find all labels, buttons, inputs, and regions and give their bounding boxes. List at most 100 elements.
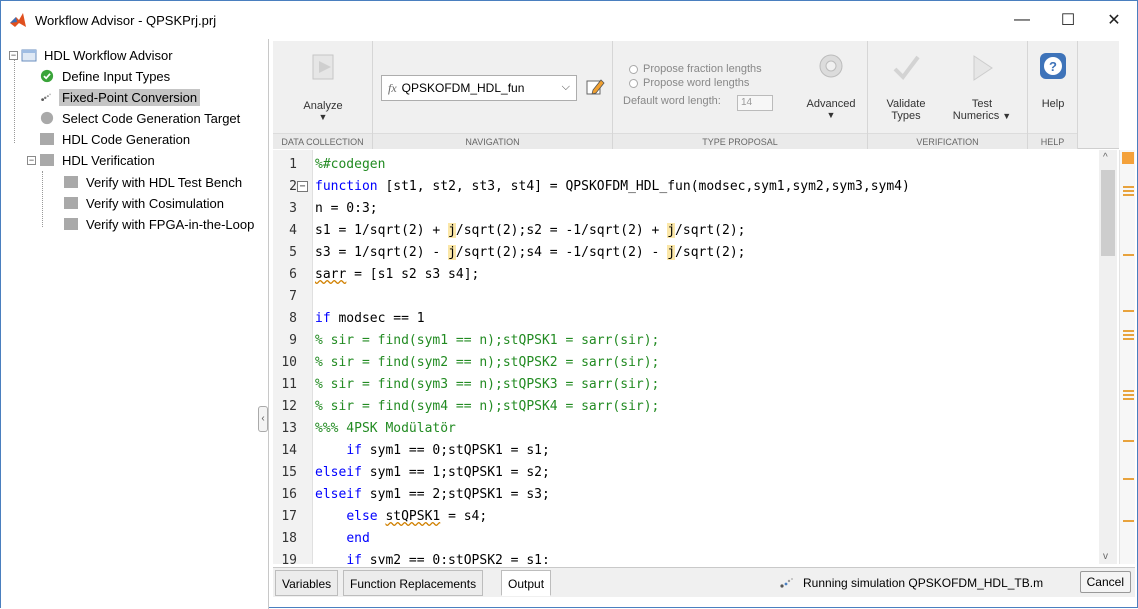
tree-item-label: Verify with HDL Test Bench <box>86 174 243 190</box>
code-line[interactable]: 2− function [st1, st2, st3, st4] = QPSKOF… <box>273 176 1099 198</box>
warning-marker[interactable] <box>1123 398 1134 400</box>
minimize-button[interactable]: — <box>999 1 1045 39</box>
warning-marker[interactable] <box>1123 440 1134 442</box>
section-navigation: fx QPSKOFDM_HDL_fun ⌵ NAVIGATION <box>373 41 613 149</box>
tree-item-hdl-verification[interactable]: − HDL Verification <box>27 150 158 170</box>
radio-icon <box>629 78 638 88</box>
code-line[interactable]: 6 sarr = [s1 s2 s3 s4]; <box>273 264 1099 286</box>
warning-marker[interactable] <box>1123 254 1134 256</box>
line-number: 17 <box>281 509 297 524</box>
code-line[interactable]: 19 if sym2 == 0;stQPSK2 = s1; <box>273 550 1099 564</box>
warning-marker[interactable] <box>1123 338 1134 340</box>
help-button[interactable]: ? Help <box>1034 51 1072 110</box>
tree-item-hdl-code-generation[interactable]: HDL Code Generation <box>39 129 193 149</box>
code-line[interactable]: 16 elseif sym1 == 2;stQPSK1 = s3; <box>273 484 1099 506</box>
function-select-value: QPSKOFDM_HDL_fun <box>401 81 525 95</box>
code-line[interactable]: 3 n = 0:3; <box>273 198 1099 220</box>
warning-marker[interactable] <box>1123 390 1134 392</box>
panel-collapse-handle[interactable]: ‹ <box>258 406 268 432</box>
code-line[interactable]: 1 %#codegen <box>273 154 1099 176</box>
tab-variables[interactable]: Variables <box>275 570 339 596</box>
section-help: ? Help HELP <box>1028 41 1078 149</box>
advanced-button[interactable]: Advanced ▼ <box>801 51 861 120</box>
code-text: %#codegen <box>315 157 386 172</box>
warning-marker[interactable] <box>1123 186 1134 188</box>
warning-marker[interactable] <box>1123 478 1134 480</box>
workflow-tree: − HDL Workflow Advisor Define Input Type… <box>1 39 269 609</box>
collapse-toggle-icon[interactable]: − <box>9 50 18 60</box>
tab-function-replacements[interactable]: Function Replacements <box>343 570 484 596</box>
function-select[interactable]: fx QPSKOFDM_HDL_fun ⌵ <box>381 75 577 101</box>
line-number: 8 <box>289 311 297 326</box>
vertical-scrollbar[interactable]: ^ v <box>1099 150 1117 564</box>
busy-spinner-icon <box>780 578 793 588</box>
code-line[interactable]: 11 % sir = find(sym3 == n);stQPSK3 = sarr… <box>273 374 1099 396</box>
code-line[interactable]: 13 %%% 4PSK Modülatör <box>273 418 1099 440</box>
warning-marker[interactable] <box>1123 194 1134 196</box>
code-text: if modsec == 1 <box>315 311 425 326</box>
workflow-advisor-window: Workflow Advisor - QPSKPrj.prj — ☐ ✕ − H… <box>0 0 1138 609</box>
code-text: % sir = find(sym4 == n);stQPSK4 = sarr(s… <box>315 399 660 414</box>
propose-fraction-radio[interactable]: Propose fraction lengths <box>629 63 762 75</box>
line-number: 14 <box>281 443 297 458</box>
code-editor[interactable]: 1 %#codegen 2− function [st1, st2, st3, st4… <box>273 150 1119 564</box>
warning-marker[interactable] <box>1123 330 1134 332</box>
edit-icon[interactable] <box>585 77 605 97</box>
tab-output[interactable]: Output <box>501 570 552 596</box>
warning-marker[interactable] <box>1123 520 1134 522</box>
maximize-button[interactable]: ☐ <box>1045 1 1091 39</box>
status-text: Running simulation QPSKOFDM_HDL_TB.m <box>803 576 1044 590</box>
analyze-button[interactable]: Analyze ▼ <box>291 51 355 122</box>
code-line[interactable]: 14 if sym1 == 0;stQPSK1 = s1; <box>273 440 1099 462</box>
chevron-down-icon: ▼ <box>318 112 328 122</box>
tree-root-hdl-workflow-advisor[interactable]: − HDL Workflow Advisor <box>9 45 176 65</box>
validate-check-icon <box>893 55 920 81</box>
line-number: 7 <box>289 289 297 304</box>
section-data-collection: Analyze ▼ DATA COLLECTION <box>273 41 373 149</box>
code-line[interactable]: 8 if modsec == 1 <box>273 308 1099 330</box>
section-title: DATA COLLECTION <box>273 133 372 149</box>
default-word-length-input[interactable]: 14 <box>737 95 773 111</box>
tree-item-verify-hdl-test-bench[interactable]: Verify with HDL Test Bench <box>63 172 245 192</box>
fold-toggle-icon[interactable]: − <box>297 181 308 192</box>
code-text: % sir = find(sym2 == n);stQPSK2 = sarr(s… <box>315 355 660 370</box>
tree-item-verify-cosimulation[interactable]: Verify with Cosimulation <box>63 193 227 213</box>
tree-item-select-code-generation-target[interactable]: Select Code Generation Target <box>39 108 243 128</box>
code-line[interactable]: 9 % sir = find(sym1 == n);stQPSK1 = sarr(… <box>273 330 1099 352</box>
warning-status-icon <box>1122 152 1134 164</box>
propose-word-radio[interactable]: Propose word lengths <box>629 77 749 89</box>
close-button[interactable]: ✕ <box>1091 1 1137 39</box>
tree-item-label: HDL Code Generation <box>62 131 191 147</box>
cancel-button[interactable]: Cancel <box>1079 571 1131 593</box>
scroll-down-icon[interactable]: v <box>1103 551 1108 562</box>
code-text: elseif sym1 == 1;stQPSK1 = s2; <box>315 465 550 480</box>
collapse-toggle-icon[interactable]: − <box>27 155 36 165</box>
code-text: % sir = find(sym1 == n);stQPSK1 = sarr(s… <box>315 333 660 348</box>
code-line[interactable]: 7 <box>273 286 1099 308</box>
warning-marker[interactable] <box>1123 310 1134 312</box>
tree-item-verify-fpga-in-the-loop[interactable]: Verify with FPGA-in-the-Loop <box>63 214 257 234</box>
folder-icon <box>21 49 37 62</box>
test-numerics-button[interactable]: Test Numerics ▼ <box>944 51 1020 122</box>
tree-item-fixed-point-conversion[interactable]: Fixed-Point Conversion <box>39 87 201 107</box>
code-text: % sir = find(sym3 == n);stQPSK3 = sarr(s… <box>315 377 660 392</box>
status-area: Running simulation QPSKOFDM_HDL_TB.m <box>779 568 1043 598</box>
code-line[interactable]: 10 % sir = find(sym2 == n);stQPSK2 = sarr… <box>273 352 1099 374</box>
code-line[interactable]: 5 s3 = 1/sqrt(2) - j/sqrt(2);s4 = -1/sqrt… <box>273 242 1099 264</box>
code-text: function [st1, st2, st3, st4] = QPSKOFDM… <box>315 179 910 194</box>
code-line[interactable]: 17 else stQPSK1 = s4; <box>273 506 1099 528</box>
chevron-down-icon: ▼ <box>826 110 836 120</box>
warning-marker[interactable] <box>1123 334 1134 336</box>
radio-icon <box>629 64 638 74</box>
warning-marker[interactable] <box>1123 394 1134 396</box>
validate-types-button[interactable]: Validate Types <box>878 51 934 122</box>
warning-marker[interactable] <box>1123 190 1134 192</box>
code-line[interactable]: 12 % sir = find(sym4 == n);stQPSK4 = sarr… <box>273 396 1099 418</box>
code-line[interactable]: 4 s1 = 1/sqrt(2) + j/sqrt(2);s2 = -1/sqrt… <box>273 220 1099 242</box>
scrollbar-thumb[interactable] <box>1101 170 1115 256</box>
code-line[interactable]: 18 end <box>273 528 1099 550</box>
tree-item-define-input-types[interactable]: Define Input Types <box>39 66 173 86</box>
window-controls: — ☐ ✕ <box>999 1 1137 39</box>
code-line[interactable]: 15 elseif sym1 == 1;stQPSK1 = s2; <box>273 462 1099 484</box>
scroll-up-icon[interactable]: ^ <box>1103 152 1108 163</box>
